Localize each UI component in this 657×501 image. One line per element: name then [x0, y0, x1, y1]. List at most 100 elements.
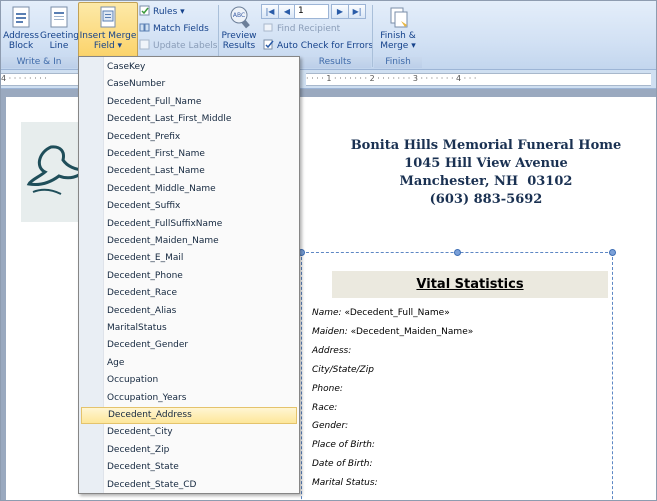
field-label: Name:	[312, 308, 342, 318]
ribbon-separator	[372, 5, 373, 67]
header-line-3: Manchester, NH 03102	[399, 174, 573, 189]
field-label: Date of Birth:	[312, 459, 373, 470]
field-label: City/State/Zip	[312, 364, 374, 375]
merge-field-item[interactable]: Decedent_Maiden_Name	[81, 233, 297, 250]
update-labels-icon	[139, 39, 150, 50]
next-record-icon: ▶	[336, 7, 344, 16]
field-row: Gender:	[312, 421, 348, 431]
resize-handle[interactable]	[454, 249, 461, 256]
merge-field-item[interactable]: Decedent_State	[81, 459, 297, 476]
field-row: City/State/Zip	[312, 365, 374, 375]
field-row: Date of Birth:	[312, 459, 373, 469]
address-block-button[interactable]: Address Block	[3, 5, 39, 51]
finish-merge-icon	[390, 7, 408, 28]
svg-text:ABC: ABC	[233, 12, 245, 19]
merge-field-item[interactable]: Decedent_Zip	[81, 442, 297, 459]
find-recipient-icon	[263, 23, 273, 32]
match-fields-button[interactable]: Match Fields	[139, 22, 209, 35]
insert-merge-field-label-1: Insert Merge	[79, 31, 137, 41]
merge-field-item[interactable]: Decedent_Alias	[81, 303, 297, 320]
field-row: Name: «Decedent_Full_Name»	[312, 308, 450, 318]
field-label: Place of Birth:	[312, 440, 375, 451]
field-label: Race:	[312, 402, 338, 413]
field-label: Marital Status:	[312, 478, 378, 489]
merge-field-item[interactable]: CaseKey	[81, 59, 297, 76]
merge-field-item[interactable]: Decedent_Race	[81, 285, 297, 302]
greeting-line-button[interactable]: Greeting Line	[40, 5, 79, 51]
address-block-label-2: Block	[8, 41, 34, 51]
merge-field-item[interactable]: Decedent_Last_First_Middle	[81, 111, 297, 128]
match-fields-label: Match Fields	[153, 24, 209, 34]
greeting-line-icon	[50, 6, 68, 28]
funeral-home-header: Bonita Hills Memorial Funeral Home 1045 …	[336, 137, 636, 209]
preview-results-icon: ABC	[230, 6, 250, 29]
field-row: Maiden: «Decedent_Maiden_Name»	[312, 327, 473, 337]
finish-merge-label-2: Merge ▾	[380, 41, 416, 51]
merge-field-item[interactable]: Decedent_State_CD	[81, 477, 297, 493]
last-record-button[interactable]: ▶|	[348, 4, 366, 19]
finish-merge-button[interactable]: Finish & Merge ▾	[376, 5, 420, 51]
rules-icon	[139, 5, 150, 16]
prev-record-icon: ◀	[283, 7, 291, 16]
match-fields-icon	[139, 23, 150, 32]
field-label: Phone:	[312, 383, 343, 394]
auto-check-label: Auto Check for Errors	[277, 41, 374, 51]
merge-field-item[interactable]: Occupation_Years	[81, 390, 297, 407]
vital-statistics-textbox[interactable]: Vital Statistics Name: «Decedent_Full_Na…	[298, 249, 616, 500]
merge-field-item[interactable]: Decedent_Gender	[81, 337, 297, 354]
insert-merge-field-content[interactable]: Insert Merge Field ▾	[79, 5, 137, 51]
update-labels-button[interactable]: Update Labels	[139, 39, 217, 52]
merge-field-item[interactable]: Decedent_Address	[81, 407, 297, 424]
merge-field-item[interactable]: Decedent_City	[81, 424, 297, 441]
preview-results-label-1: Preview	[221, 31, 257, 41]
merge-field-item[interactable]: Decedent_Suffix	[81, 198, 297, 215]
merge-field-item[interactable]: Decedent_First_Name	[81, 146, 297, 163]
field-row: Phone:	[312, 384, 343, 394]
first-record-button[interactable]: |◀	[261, 4, 279, 19]
header-line-2: 1045 Hill View Avenue	[404, 156, 568, 171]
record-number-input[interactable]: 1	[294, 4, 329, 19]
field-row: Place of Birth:	[312, 440, 375, 450]
merge-field-value[interactable]: «Decedent_Maiden_Name»	[351, 327, 474, 337]
merge-field-item[interactable]: Age	[81, 355, 297, 372]
address-block-icon	[12, 6, 30, 28]
field-row: Marital Status:	[312, 478, 378, 488]
rules-label: Rules ▾	[153, 7, 185, 17]
insert-merge-field-label-2: Field ▾	[93, 41, 123, 51]
find-recipient-label: Find Recipient	[277, 24, 341, 34]
next-record-button[interactable]: ▶	[331, 4, 349, 19]
field-row: Race:	[312, 403, 337, 413]
logo-box	[21, 122, 89, 222]
finish-group-label: Finish	[374, 57, 422, 68]
merge-field-item[interactable]: Decedent_FullSuffixName	[81, 216, 297, 233]
field-label: Address:	[312, 345, 352, 356]
header-line-1: Bonita Hills Memorial Funeral Home	[350, 138, 622, 153]
merge-field-item[interactable]: Decedent_Phone	[81, 268, 297, 285]
merge-field-item[interactable]: Decedent_Full_Name	[81, 94, 297, 111]
merge-field-item[interactable]: Occupation	[81, 372, 297, 389]
rules-button[interactable]: Rules ▾	[139, 5, 185, 18]
merge-field-item[interactable]: Decedent_Middle_Name	[81, 181, 297, 198]
merge-field-item[interactable]: MaritalStatus	[81, 320, 297, 337]
vital-statistics-title: Vital Statistics	[332, 271, 608, 298]
preview-results-button[interactable]: ABC Preview Results	[220, 5, 258, 51]
resize-handle[interactable]	[609, 249, 616, 256]
merge-field-item[interactable]: Decedent_Last_Name	[81, 163, 297, 180]
merge-field-item[interactable]: CaseNumber	[81, 76, 297, 93]
ruler-right-segment[interactable]: · · · · 1 · · · · · · · 2 · · · · · · · …	[306, 73, 651, 86]
merge-field-item[interactable]: Decedent_Prefix	[81, 129, 297, 146]
merge-field-value[interactable]: «Decedent_Full_Name»	[344, 308, 449, 318]
finish-merge-label-1: Finish &	[380, 31, 416, 41]
merge-field-dropdown[interactable]: CaseKey CaseNumber Decedent_Full_Name Deced…	[78, 56, 300, 494]
field-row: Address:	[312, 346, 351, 356]
merge-field-item[interactable]: Decedent_E_Mail	[81, 250, 297, 267]
preview-results-label-2: Results	[222, 41, 256, 51]
auto-check-button[interactable]: Auto Check for Errors	[263, 39, 373, 52]
address-block-label-1: Address	[3, 31, 39, 41]
greeting-line-label-2: Line	[49, 41, 69, 51]
find-recipient-button[interactable]: Find Recipient	[263, 22, 340, 35]
greeting-line-label-1: Greeting	[40, 31, 79, 41]
results-group-label: Results	[299, 57, 371, 68]
last-record-icon: ▶|	[352, 7, 362, 16]
header-line-4: (603) 883-5692	[429, 192, 543, 207]
